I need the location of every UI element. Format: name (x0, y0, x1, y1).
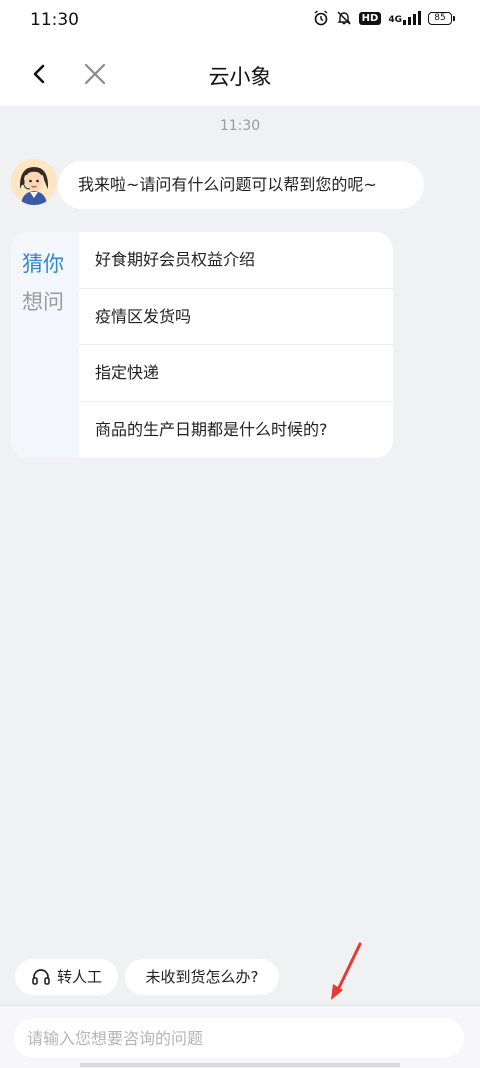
message-input-bar (0, 1005, 480, 1068)
question-item[interactable]: 指定快递 (79, 345, 393, 402)
annotation-arrow-icon (331, 942, 362, 1000)
status-icons: HD 4G 85 (313, 10, 455, 26)
not-received-faq-button[interactable]: 未收到货怎么办? (125, 959, 279, 995)
battery-icon: 85 (428, 11, 455, 25)
message-input[interactable] (14, 1018, 464, 1058)
message-timestamp: 11:30 (219, 118, 261, 134)
alarm-icon (314, 10, 328, 26)
4g-signal-icon: 4G (388, 11, 421, 25)
greeting-message: 我来啦~请问有什么问题可以帮到您的呢~ (58, 161, 424, 209)
question-item[interactable]: 疫情区发货吗 (79, 289, 393, 345)
status-time: 11:30 (30, 10, 79, 30)
assistant-avatar (11, 159, 57, 205)
question-item[interactable]: 好食期好会员权益介绍 (79, 232, 393, 289)
suggested-questions-card: 猜你 想问 好食期好会员权益介绍 疫情区发货吗 指定快递 商品的生产日期都是什么… (11, 232, 393, 458)
headset-icon (32, 969, 50, 985)
assistant-avatar-icon (11, 159, 57, 205)
network-type: 4G (388, 15, 402, 25)
transfer-to-human-label: 转人工 (57, 968, 103, 986)
guess-header: 猜你 想问 (11, 232, 79, 458)
home-indicator (80, 1063, 400, 1067)
question-list: 好食期好会员权益介绍 疫情区发货吗 指定快递 商品的生产日期都是什么时候的? (79, 232, 393, 458)
signal-bars (403, 11, 421, 25)
page-title: 云小象 (208, 65, 272, 89)
question-item[interactable]: 商品的生产日期都是什么时候的? (79, 402, 393, 459)
transfer-to-human-button[interactable]: 转人工 (15, 959, 118, 995)
status-bar: 11:30 HD 4G 85 (0, 0, 480, 42)
guess-header-line2: 想问 (22, 290, 64, 314)
mute-icon (336, 11, 351, 25)
hd-icon: HD (358, 11, 382, 25)
guess-header-line1: 猜你 (22, 252, 64, 276)
nav-bar: 云小象 (0, 42, 480, 106)
